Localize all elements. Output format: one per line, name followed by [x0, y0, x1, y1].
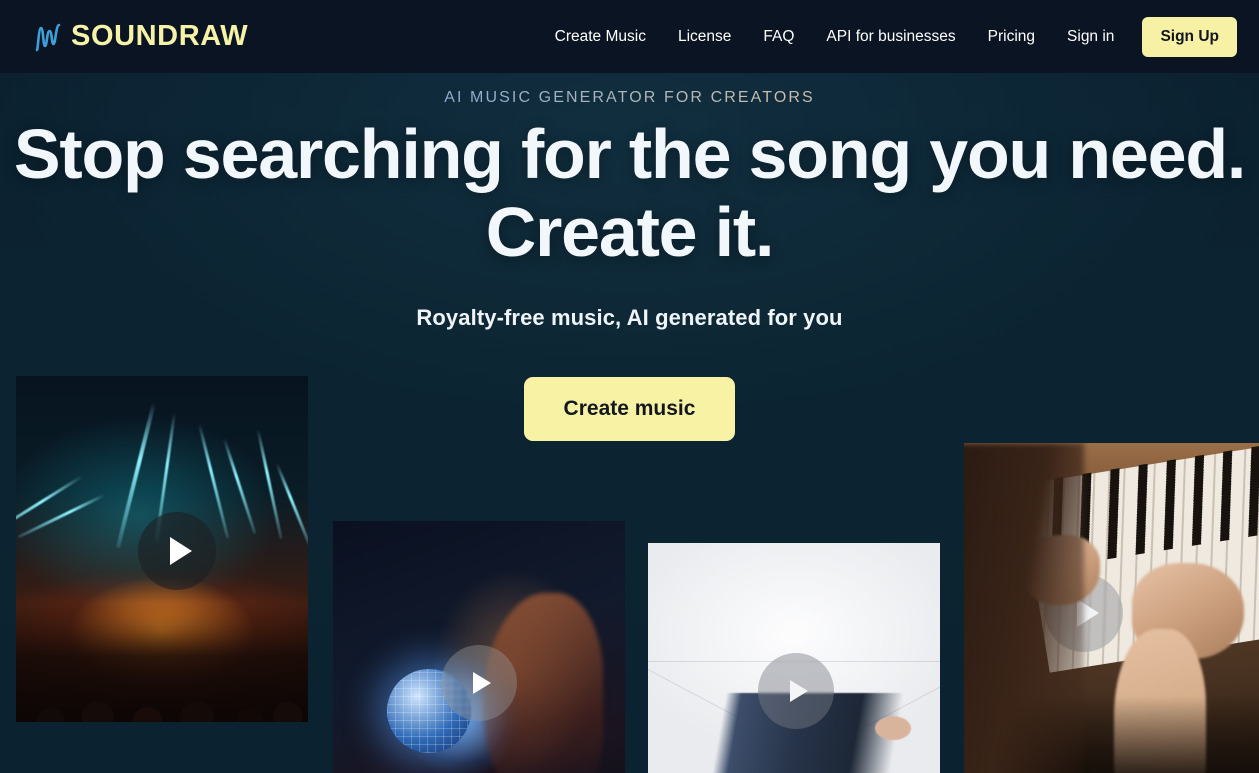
- logo[interactable]: SOUNDRAW: [34, 20, 248, 54]
- nav-faq[interactable]: FAQ: [747, 20, 810, 54]
- nav-pricing[interactable]: Pricing: [972, 20, 1051, 54]
- play-icon[interactable]: [138, 512, 216, 590]
- play-icon[interactable]: [758, 653, 834, 729]
- video-thumb-piano[interactable]: [964, 443, 1259, 773]
- nav-create-music[interactable]: Create Music: [539, 20, 662, 54]
- hair-foreground: [964, 443, 1084, 773]
- create-music-button[interactable]: Create music: [523, 377, 736, 441]
- logo-text: SOUNDRAW: [71, 20, 249, 52]
- headline-line-1: Stop searching for the song you need.: [13, 115, 1246, 193]
- nav-sign-in[interactable]: Sign in: [1051, 20, 1130, 54]
- hero-headline: Stop searching for the song you need. Cr…: [0, 115, 1259, 271]
- hero-subtitle: Royalty-free music, AI generated for you: [416, 305, 843, 330]
- sign-up-button[interactable]: Sign Up: [1142, 16, 1237, 57]
- video-thumb-discoball[interactable]: [333, 521, 625, 773]
- main-nav: Create Music License FAQ API for busines…: [539, 16, 1237, 57]
- headline-line-2: Create it.: [485, 193, 775, 271]
- nav-license[interactable]: License: [662, 20, 747, 54]
- hero-section: AI MUSIC GENERATOR FOR CREATORS Stop sea…: [0, 73, 1259, 773]
- hero-eyebrow: AI MUSIC GENERATOR FOR CREATORS: [0, 89, 1259, 107]
- crowd-silhouette: [16, 602, 308, 722]
- nav-api-for-businesses[interactable]: API for businesses: [810, 20, 971, 54]
- hero-cta-wrap: Create music: [0, 377, 1259, 441]
- video-thumb-dancer[interactable]: [648, 543, 940, 773]
- waveform-icon: [35, 23, 61, 51]
- site-header: SOUNDRAW Create Music License FAQ API fo…: [0, 0, 1259, 73]
- play-icon[interactable]: [441, 645, 517, 721]
